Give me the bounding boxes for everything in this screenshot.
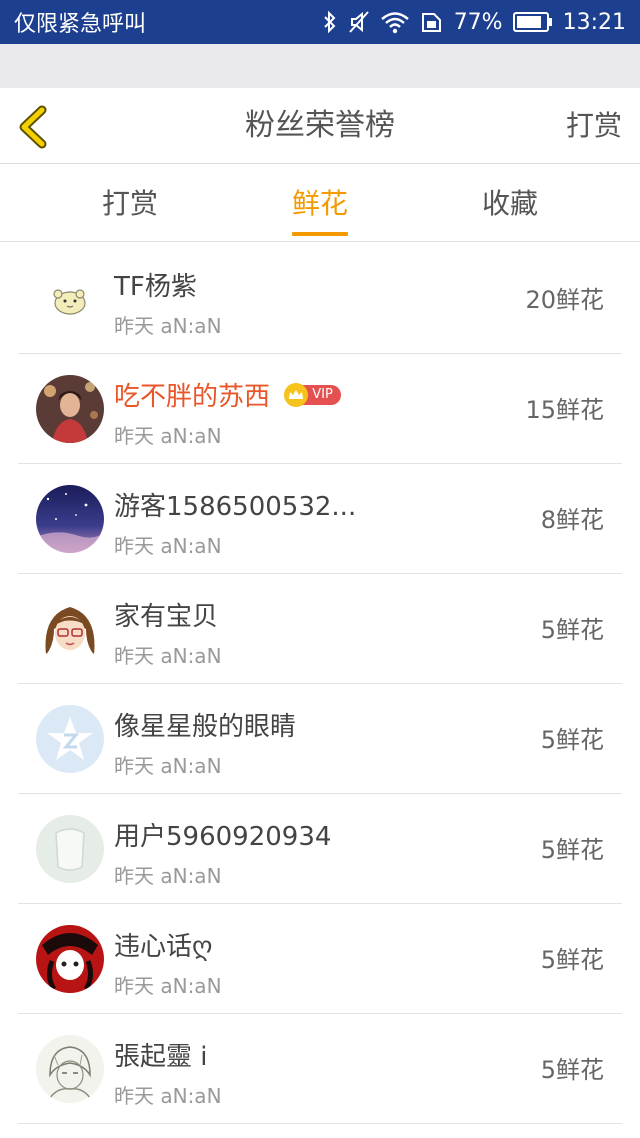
flower-count: 5鲜花 — [540, 836, 604, 864]
flower-count: 8鲜花 — [540, 506, 604, 534]
silent-icon — [348, 10, 370, 34]
fan-time: 昨天 aN:aN — [114, 424, 222, 448]
vip-label: VIP — [302, 384, 341, 405]
cartoon-girl-avatar — [36, 595, 104, 663]
wifi-icon — [380, 10, 410, 34]
fan-name-vip: 吃不胖的苏西 VIP — [114, 376, 341, 413]
sketch-avatar — [36, 1035, 104, 1103]
fan-time: 昨天 aN:aN — [114, 864, 222, 888]
flower-count: 15鲜花 — [525, 396, 604, 424]
fan-time: 昨天 aN:aN — [114, 974, 222, 998]
carrier-label: 仅限紧急呼叫 — [14, 12, 147, 37]
list-item[interactable]: 家有宝贝 昨天 aN:aN 5鲜花 — [18, 574, 622, 684]
fan-time: 昨天 aN:aN — [114, 534, 222, 558]
battery-percent: 77% — [453, 9, 503, 35]
fan-name: TF杨紫 — [114, 272, 197, 302]
list-item[interactable]: 像星星般的眼睛 昨天 aN:aN 5鲜花 — [18, 684, 622, 794]
list-item[interactable]: 用户5960920934 昨天 aN:aN 5鲜花 — [18, 794, 622, 904]
chevron-left-icon — [19, 105, 47, 149]
page-title: 粉丝荣誉榜 — [245, 108, 395, 143]
flower-count: 20鲜花 — [525, 286, 604, 314]
active-tab-indicator — [292, 232, 348, 236]
tab-reward[interactable]: 打赏 — [50, 164, 210, 242]
fan-time: 昨天 aN:aN — [114, 754, 222, 778]
default-star-avatar — [36, 705, 104, 773]
fan-name: 游客1586500532... — [114, 492, 357, 522]
list-item[interactable]: 吃不胖的苏西 VIP 昨天 aN:aN 15鲜花 — [18, 354, 622, 464]
photo-avatar — [36, 375, 104, 443]
fan-name: 像星星般的眼睛 — [114, 712, 297, 742]
fan-name: 吃不胖的苏西 — [114, 382, 271, 412]
fan-time: 昨天 aN:aN — [114, 644, 222, 668]
crown-icon — [284, 382, 309, 407]
anime-red-avatar — [36, 925, 104, 993]
title-bar: 粉丝荣誉榜 打赏 — [0, 88, 640, 164]
bluetooth-icon — [322, 10, 338, 34]
fan-time: 昨天 aN:aN — [114, 1084, 222, 1108]
flower-count: 5鲜花 — [540, 616, 604, 644]
flower-count: 5鲜花 — [540, 1056, 604, 1084]
fan-list: TF杨紫 昨天 aN:aN 20鲜花 吃不胖的苏西 VIP 昨天 aN:aN 1… — [18, 244, 622, 1124]
fan-name: 家有宝贝 — [114, 602, 219, 632]
fan-time: 昨天 aN:aN — [114, 314, 222, 338]
hamster-avatar — [36, 265, 104, 333]
default-blank-avatar — [36, 815, 104, 883]
list-item[interactable]: 游客1586500532... 昨天 aN:aN 8鲜花 — [18, 464, 622, 574]
reward-button[interactable]: 打赏 — [566, 88, 622, 164]
list-item[interactable]: 張起靈 i 昨天 aN:aN 5鲜花 — [18, 1014, 622, 1124]
flower-count: 5鲜花 — [540, 726, 604, 754]
spacer-band — [0, 44, 640, 88]
tab-flowers[interactable]: 鲜花 — [240, 164, 400, 242]
tab-bar: 打赏 鲜花 收藏 — [0, 164, 640, 242]
vip-badge: VIP — [284, 382, 341, 407]
sim-icon — [420, 10, 444, 34]
fan-name: 违心话ღ — [114, 932, 213, 962]
flower-count: 5鲜花 — [540, 946, 604, 974]
status-icons: 77% 13:21 — [322, 10, 626, 35]
night-sky-avatar — [36, 485, 104, 553]
fan-name: 張起靈 i — [114, 1042, 208, 1072]
clock: 13:21 — [562, 9, 626, 35]
list-item[interactable]: 违心话ღ 昨天 aN:aN 5鲜花 — [18, 904, 622, 1014]
tab-favorites[interactable]: 收藏 — [430, 164, 590, 242]
back-button[interactable] — [14, 104, 54, 150]
battery-icon — [512, 11, 553, 33]
fan-name: 用户5960920934 — [114, 822, 332, 852]
status-bar: 仅限紧急呼叫 77% 13:21 — [0, 0, 640, 44]
list-item[interactable]: TF杨紫 昨天 aN:aN 20鲜花 — [18, 244, 622, 354]
